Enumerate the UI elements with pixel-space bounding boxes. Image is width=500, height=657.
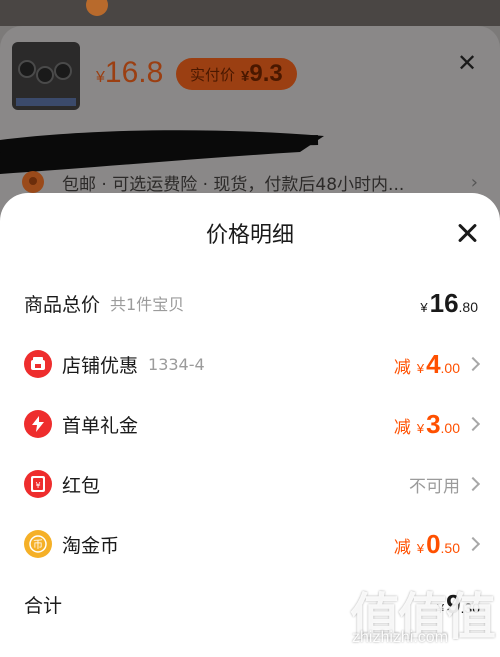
coin-icon: 币	[24, 530, 52, 558]
row-label: 店铺优惠	[62, 354, 139, 377]
chevron-right-icon	[465, 476, 481, 492]
row-label: 淘金币	[62, 534, 120, 557]
watermark: 值值值 zhizhizhi.com	[350, 577, 496, 649]
location-icon	[22, 171, 44, 193]
row-label: 红包	[62, 474, 101, 497]
sheet-title: 价格明细	[205, 223, 294, 248]
row-label: 首单礼金	[62, 414, 139, 437]
row-sublabel: 1334-4	[148, 354, 205, 374]
row-first-order-gift[interactable]: 首单礼金 减 ¥3.00	[0, 402, 500, 446]
shop-icon	[24, 350, 52, 378]
top-strip	[0, 0, 500, 26]
taojinbi-amount: 减 ¥0.50	[393, 528, 460, 559]
product-thumbnail[interactable]	[12, 42, 80, 110]
red-packet-status: 不可用	[409, 476, 460, 497]
chevron-right-icon	[465, 536, 481, 552]
status-chip	[86, 0, 108, 16]
row-taojinbi[interactable]: 币 淘金币 减 ¥0.50	[0, 522, 500, 566]
watermark-url: zhizhizhi.com	[352, 629, 449, 646]
shipping-text: 包邮 · 可选运费险 · 现货，付款后48小时内...	[62, 174, 405, 195]
paid-price-value: ¥9.3	[241, 60, 283, 87]
shipping-row[interactable]: 包邮 · 可选运费险 · 现货，付款后48小时内... ›	[22, 170, 482, 195]
product-price: ¥16.8	[96, 56, 163, 90]
close-icon[interactable]: ✕	[454, 50, 480, 76]
svg-text:¥: ¥	[35, 481, 40, 490]
goods-price-amount: ¥16.80	[420, 287, 478, 318]
svg-text:币: 币	[33, 539, 43, 551]
row-shop-discount[interactable]: 店铺优惠 1334-4 减 ¥4.00	[0, 342, 500, 386]
row-red-packet[interactable]: ¥ 红包 不可用	[0, 462, 500, 506]
shop-discount-amount: 减 ¥4.00	[393, 348, 460, 379]
row-label: 商品总价	[24, 293, 101, 316]
chevron-right-icon	[465, 356, 481, 372]
close-icon[interactable]	[452, 219, 482, 249]
paid-price-pill: 实付价 ¥9.3	[176, 58, 297, 90]
currency-symbol: ¥	[96, 69, 105, 86]
row-sublabel: 共1件宝贝	[110, 295, 185, 314]
red-packet-icon: ¥	[24, 470, 52, 498]
chevron-right-icon	[465, 416, 481, 432]
chevron-right-icon: ›	[470, 172, 478, 193]
first-order-gift-amount: 减 ¥3.00	[393, 408, 460, 439]
paid-price-label: 实付价	[190, 66, 236, 84]
lightning-icon	[24, 410, 52, 438]
total-label: 合计	[24, 594, 63, 617]
price-value: 16.8	[104, 56, 164, 89]
row-total-goods-price: 商品总价 共1件宝贝 ¥16.80	[0, 281, 500, 325]
